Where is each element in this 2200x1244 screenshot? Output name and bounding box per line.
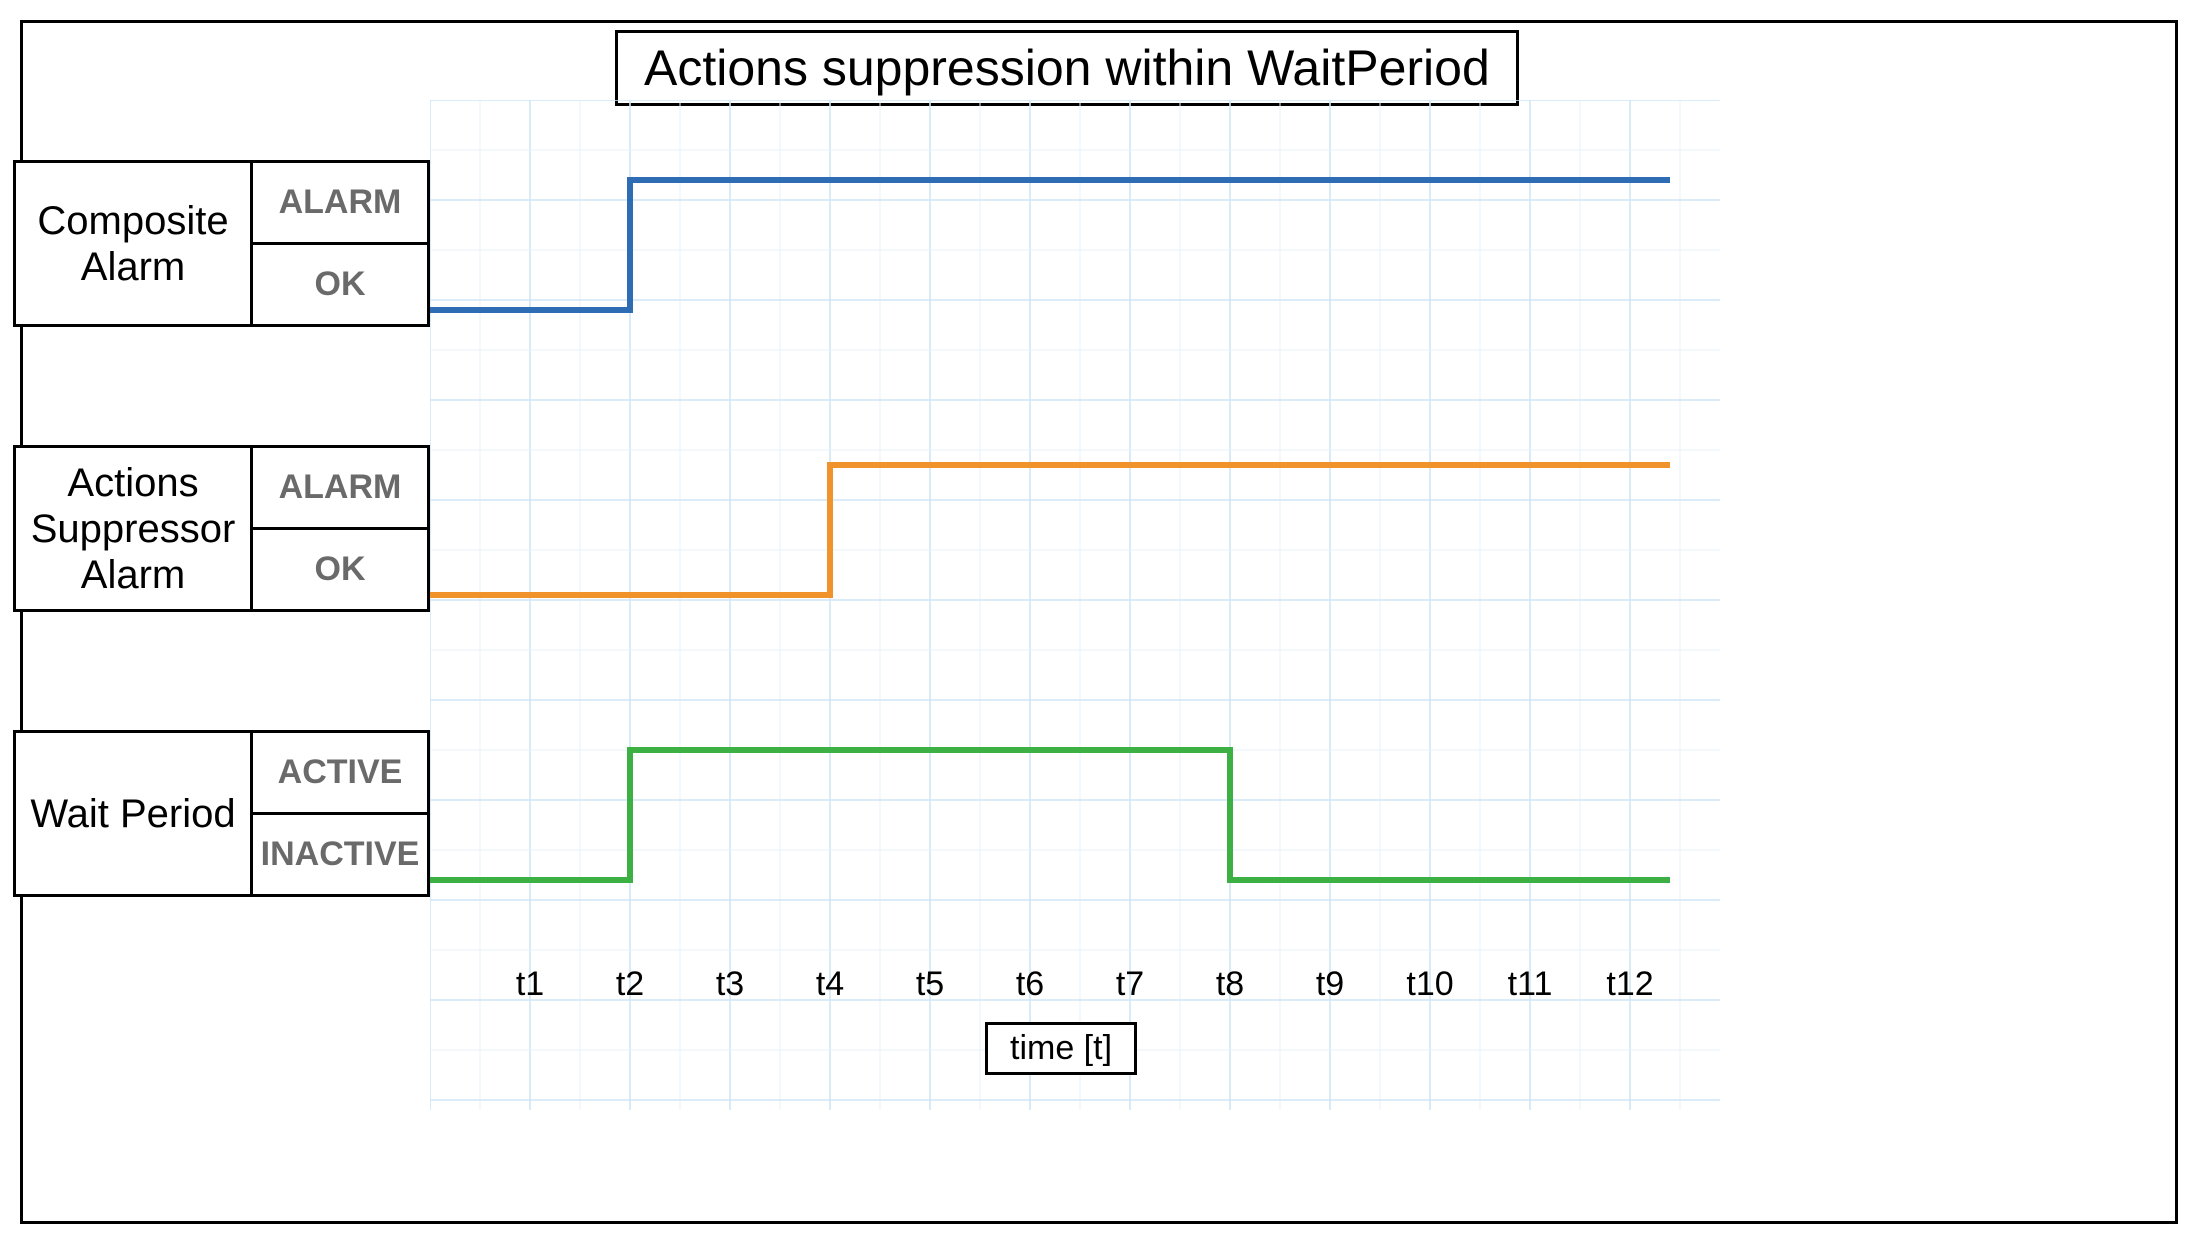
tick-t10: t10 [1406,965,1453,1004]
tick-t9: t9 [1316,965,1344,1004]
x-axis-label: time [t] [985,1022,1137,1075]
legend-state-1-0: ALARM [250,445,430,530]
tick-t11: t11 [1508,965,1553,1004]
plot-area [430,100,1720,1110]
legend-title-0: Composite Alarm [13,160,253,327]
tick-t2: t2 [616,965,644,1004]
tick-t8: t8 [1216,965,1244,1004]
legend-state-0-0: ALARM [250,160,430,245]
tick-t1: t1 [516,965,544,1004]
legend-state-0-1: OK [250,242,430,327]
tick-t12: t12 [1606,965,1653,1004]
legend-title-1: Actions Suppressor Alarm [13,445,253,612]
legend-state-1-1: OK [250,527,430,612]
tick-t4: t4 [816,965,844,1004]
tick-t5: t5 [916,965,944,1004]
tick-t7: t7 [1116,965,1144,1004]
tick-t3: t3 [716,965,744,1004]
legend-state-2-0: ACTIVE [250,730,430,815]
diagram-title: Actions suppression within WaitPeriod [615,30,1519,106]
legend-state-2-1: INACTIVE [250,812,430,897]
legend-title-2: Wait Period [13,730,253,897]
tick-t6: t6 [1016,965,1044,1004]
